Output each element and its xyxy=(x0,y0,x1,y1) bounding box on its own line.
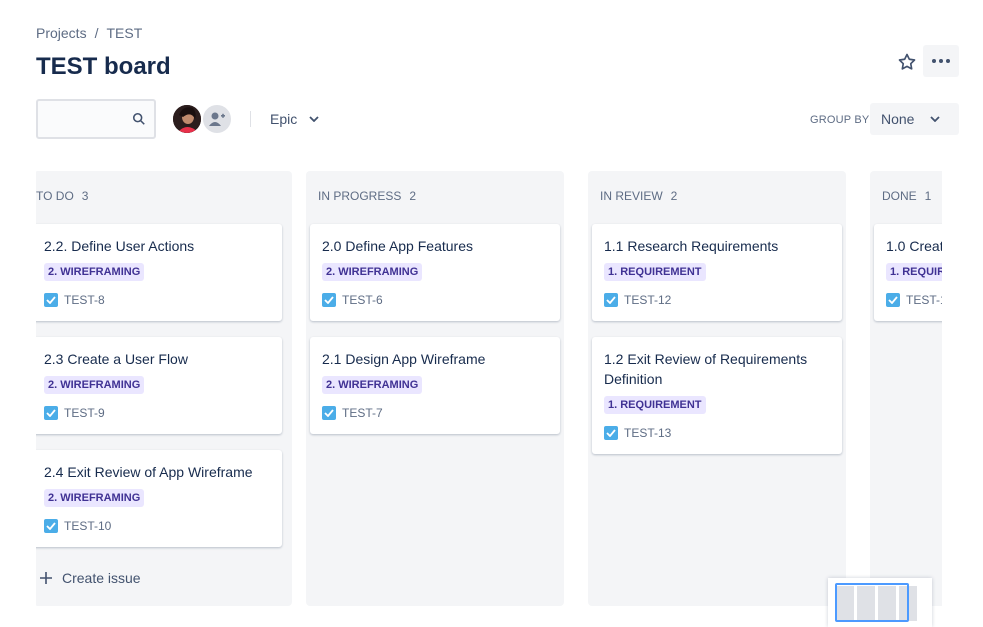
search-field[interactable] xyxy=(36,99,156,139)
chevron-down-icon xyxy=(930,116,941,122)
issue-card[interactable]: 2.1 Design App Wireframe 2. WIREFRAMING … xyxy=(310,337,560,434)
card-footer: TEST-12 xyxy=(604,293,830,307)
column-header: IN PROGRESS 2 xyxy=(318,189,416,203)
breadcrumb-separator: / xyxy=(94,25,99,41)
issue-key[interactable]: TEST-6 xyxy=(342,293,383,307)
card-title: 1.1 Research Requirements xyxy=(604,238,779,254)
card-footer: TEST-10 xyxy=(44,519,270,533)
task-check-icon xyxy=(604,426,618,440)
column-name: TO DO xyxy=(36,189,74,203)
epic-label: 1. REQUIR xyxy=(886,263,942,281)
column-count: 3 xyxy=(81,189,89,203)
user-avatar-icon xyxy=(173,105,201,133)
issue-card[interactable]: 2.3 Create a User Flow 2. WIREFRAMING TE… xyxy=(36,337,282,434)
card-footer: TEST-1 xyxy=(886,293,942,307)
add-people-button[interactable] xyxy=(201,103,233,135)
chevron-down-icon xyxy=(309,116,319,122)
epic-label: 1. REQUIREMENT xyxy=(604,396,706,414)
card-title: 1.2 Exit Review of Requirements Definiti… xyxy=(604,351,808,387)
issue-card[interactable]: 2.0 Define App Features 2. WIREFRAMING T… xyxy=(310,224,560,321)
task-check-icon xyxy=(322,293,336,307)
issue-key[interactable]: TEST-13 xyxy=(624,426,671,440)
issue-card[interactable]: 1.0 Creat 1. REQUIR TEST-1 xyxy=(874,224,942,321)
issue-card[interactable]: 1.1 Research Requirements 1. REQUIREMENT… xyxy=(592,224,842,321)
issue-key[interactable]: TEST-8 xyxy=(64,293,105,307)
column-todo[interactable]: TO DO 3 2.2. Define User Actions 2. WIRE… xyxy=(36,171,292,606)
card-footer: TEST-6 xyxy=(322,293,548,307)
star-button[interactable] xyxy=(893,48,921,76)
epic-label: 1. REQUIREMENT xyxy=(604,263,706,281)
card-title: 2.0 Define App Features xyxy=(322,238,473,254)
column-name: IN REVIEW xyxy=(600,189,663,203)
epic-label: 2. WIREFRAMING xyxy=(44,376,145,394)
breadcrumb-projects-link[interactable]: Projects xyxy=(36,25,87,41)
task-check-icon xyxy=(44,519,58,533)
issue-card[interactable]: 2.2. Define User Actions 2. WIREFRAMING … xyxy=(36,224,282,321)
task-check-icon xyxy=(604,293,618,307)
column-in-progress[interactable]: IN PROGRESS 2 2.0 Define App Features 2.… xyxy=(306,171,564,606)
column-header: TO DO 3 xyxy=(36,189,88,203)
task-check-icon xyxy=(44,293,58,307)
issue-key[interactable]: TEST-10 xyxy=(64,519,111,533)
card-footer: TEST-7 xyxy=(322,406,548,420)
group-by-value: None xyxy=(881,111,915,127)
group-by-select[interactable]: None xyxy=(870,103,959,135)
add-person-icon xyxy=(209,112,225,126)
card-title: 2.2. Define User Actions xyxy=(44,238,195,254)
card-title: 1.0 Creat xyxy=(886,238,942,254)
epic-filter-label: Epic xyxy=(270,111,298,127)
epic-label: 2. WIREFRAMING xyxy=(322,376,423,394)
group-by-label: GROUP BY xyxy=(810,114,870,126)
issue-key[interactable]: TEST-12 xyxy=(624,293,671,307)
card-title: 2.4 Exit Review of App Wireframe xyxy=(44,464,253,480)
card-title: 2.1 Design App Wireframe xyxy=(322,351,486,367)
card-title: 2.3 Create a User Flow xyxy=(44,351,188,367)
board-minimap[interactable] xyxy=(828,578,932,627)
task-check-icon xyxy=(322,406,336,420)
avatar[interactable] xyxy=(171,103,203,135)
column-name: IN PROGRESS xyxy=(318,189,402,203)
column-header: IN REVIEW 2 xyxy=(600,189,677,203)
breadcrumb: Projects / TEST xyxy=(36,25,142,41)
epic-label: 2. WIREFRAMING xyxy=(44,263,145,281)
create-issue-button[interactable]: Create issue xyxy=(40,570,141,586)
column-done[interactable]: DONE 1 1.0 Creat 1. REQUIR TEST-1 xyxy=(870,171,942,606)
column-header: DONE 1 xyxy=(882,189,931,203)
card-footer: TEST-8 xyxy=(44,293,270,307)
star-icon xyxy=(898,53,916,70)
issue-card[interactable]: 2.4 Exit Review of App Wireframe 2. WIRE… xyxy=(36,450,282,547)
minimap-viewport-handle[interactable] xyxy=(835,583,909,622)
column-count: 1 xyxy=(924,189,932,203)
card-footer: TEST-9 xyxy=(44,406,270,420)
column-count: 2 xyxy=(409,189,417,203)
card-footer: TEST-13 xyxy=(604,426,830,440)
more-icon xyxy=(932,59,950,63)
more-actions-button[interactable] xyxy=(923,45,959,77)
plus-icon xyxy=(40,572,52,584)
board-scroll-edge xyxy=(955,171,983,627)
breadcrumb-current-link[interactable]: TEST xyxy=(106,25,142,41)
issue-card[interactable]: 1.2 Exit Review of Requirements Definiti… xyxy=(592,337,842,454)
task-check-icon xyxy=(886,293,900,307)
column-name: DONE xyxy=(882,189,917,203)
toolbar-divider xyxy=(250,111,251,127)
issue-key[interactable]: TEST-9 xyxy=(64,406,105,420)
issue-key[interactable]: TEST-7 xyxy=(342,406,383,420)
search-icon xyxy=(132,112,145,125)
column-count: 2 xyxy=(670,189,678,203)
search-input[interactable] xyxy=(38,101,128,137)
create-issue-label: Create issue xyxy=(62,570,141,586)
issue-key[interactable]: TEST-1 xyxy=(906,293,942,307)
task-check-icon xyxy=(44,406,58,420)
epic-filter-dropdown[interactable]: Epic xyxy=(262,103,327,135)
board: TO DO 3 2.2. Define User Actions 2. WIRE… xyxy=(36,171,942,606)
column-in-review[interactable]: IN REVIEW 2 1.1 Research Requirements 1.… xyxy=(588,171,846,606)
page-title: TEST board xyxy=(36,53,171,80)
epic-label: 2. WIREFRAMING xyxy=(322,263,423,281)
epic-label: 2. WIREFRAMING xyxy=(44,489,145,507)
